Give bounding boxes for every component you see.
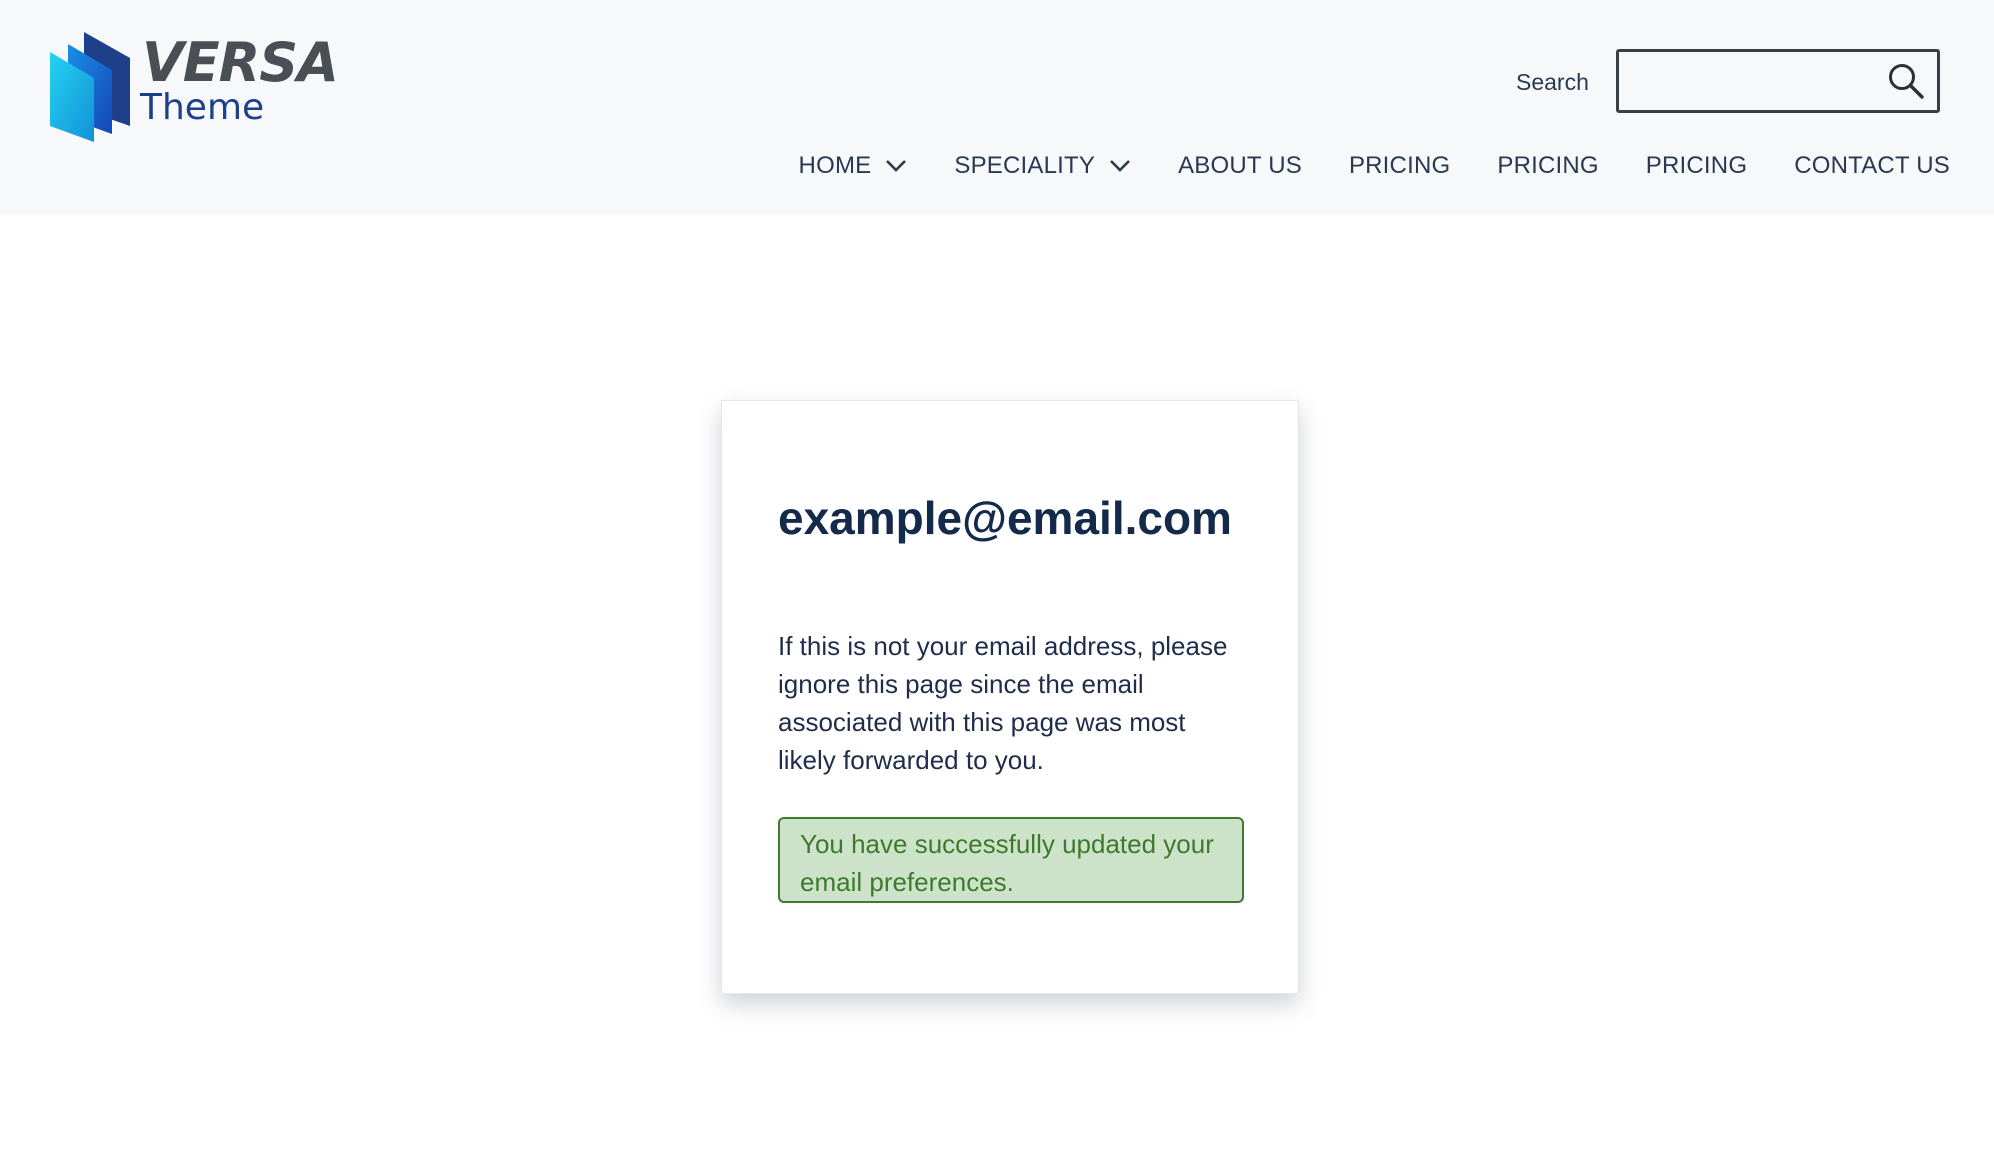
search-input[interactable] bbox=[1619, 52, 1869, 110]
nav-item-contact-us[interactable]: CONTACT US bbox=[1794, 152, 1950, 180]
nav-item-pricing[interactable]: PRICING bbox=[1646, 152, 1747, 180]
nav-item-label: CONTACT US bbox=[1794, 152, 1950, 179]
success-alert: You have successfully updated your email… bbox=[778, 817, 1244, 903]
chevron-down-icon[interactable] bbox=[1109, 159, 1131, 173]
chevron-down-icon[interactable] bbox=[885, 159, 907, 173]
logo-tagline-text: Theme bbox=[140, 87, 265, 128]
nav-item-label: ABOUT US bbox=[1178, 152, 1302, 179]
logo-brand-text: VERSA bbox=[142, 31, 339, 94]
nav-item-label: PRICING bbox=[1497, 152, 1599, 179]
stacked-panels-logo-icon bbox=[50, 32, 130, 142]
search-icon bbox=[1889, 64, 1924, 99]
search-box bbox=[1616, 49, 1940, 113]
nav-item-speciality[interactable]: SPECIALITY bbox=[954, 152, 1131, 180]
nav-item-label: PRICING bbox=[1645, 152, 1748, 179]
main-nav: HOME SPECIALITY ABOUT US PRICING PRICING… bbox=[799, 148, 1950, 184]
nav-item-label: SPECIALITY bbox=[954, 152, 1096, 179]
site-logo[interactable]: VERSA Theme bbox=[46, 30, 339, 145]
email-address-heading: example@email.com bbox=[778, 492, 1232, 544]
site-header: VERSA Theme Search HOME SPECIALITY ABOUT… bbox=[0, 0, 1994, 215]
forwarded-email-note: If this is not your email address, pleas… bbox=[778, 631, 1228, 775]
nav-item-about-us[interactable]: ABOUT US bbox=[1178, 152, 1302, 180]
nav-item-label: HOME bbox=[798, 152, 872, 179]
search-label: Search bbox=[1516, 69, 1589, 95]
nav-item-pricing[interactable]: PRICING bbox=[1497, 152, 1598, 180]
nav-item-pricing[interactable]: PRICING bbox=[1349, 152, 1450, 180]
nav-item-label: PRICING bbox=[1348, 152, 1451, 179]
nav-item-home[interactable]: HOME bbox=[799, 152, 908, 180]
email-preferences-card: example@email.com If this is not your em… bbox=[721, 400, 1299, 994]
search-button[interactable] bbox=[1883, 58, 1929, 104]
